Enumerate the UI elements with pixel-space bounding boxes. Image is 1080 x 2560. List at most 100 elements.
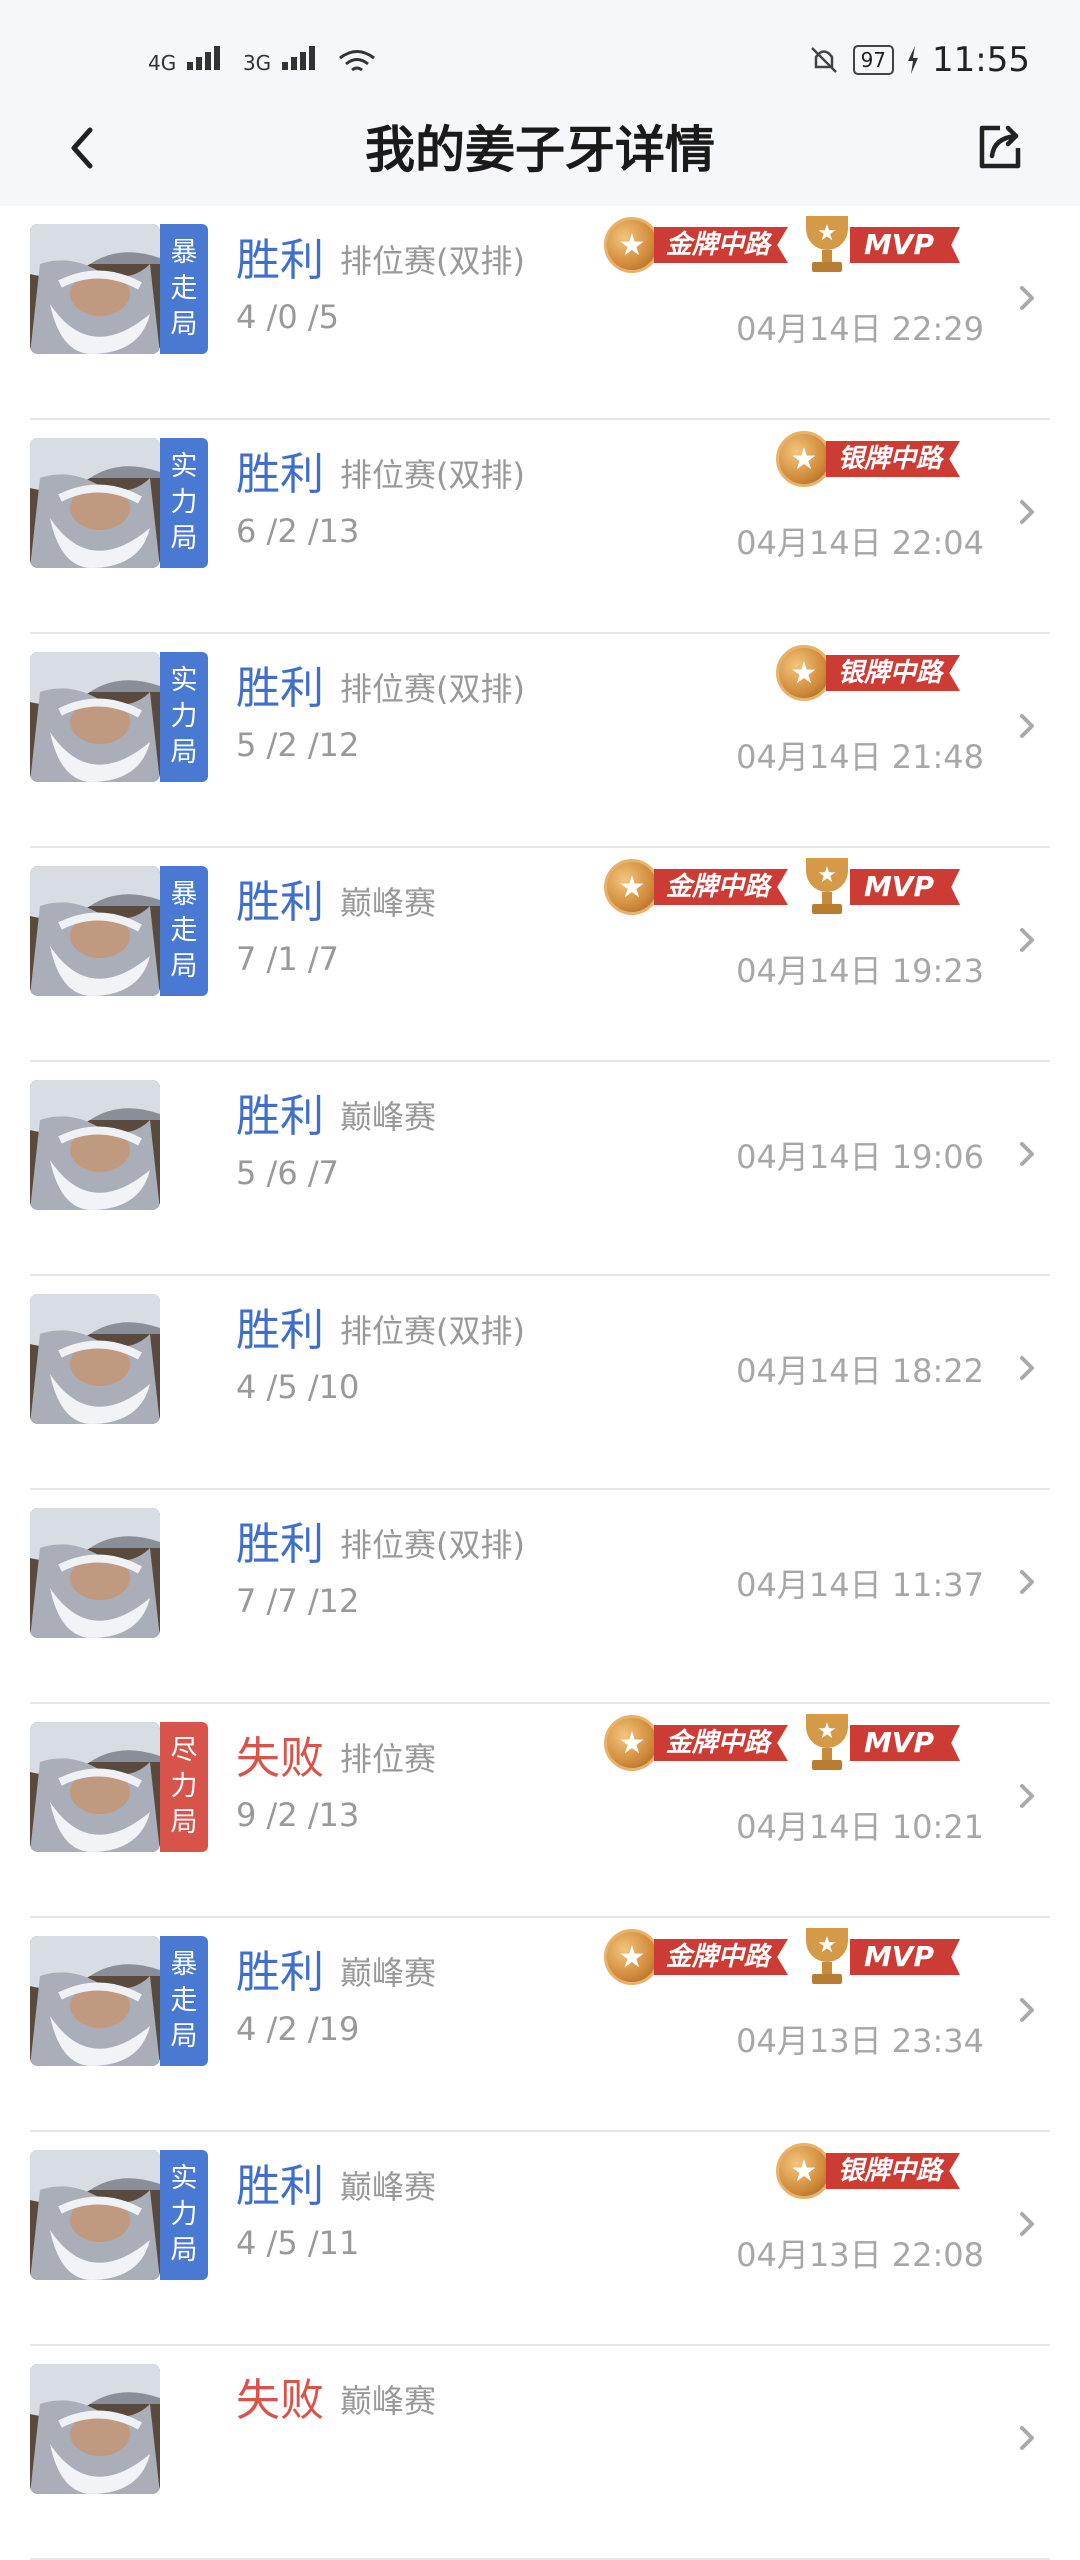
wifi-icon [338,50,375,72]
mvp-badge: ★ MVP [800,1928,960,1986]
match-result: 胜利 [236,235,324,286]
match-mode: 巅峰赛 [340,1098,437,1136]
match-date: 04月14日 19:06 [736,1138,984,1176]
match-row[interactable]: 暴走局 胜利 巅峰赛 4 /2 /19 04月13日 23:34 ★ 金牌中路 ★ MV… [30,1918,1050,2132]
medal-icon: ★ [775,645,832,701]
match-tag: 暴走局 [160,1936,208,2066]
charging-icon [908,46,919,74]
chevron-right-icon[interactable] [1016,920,1040,960]
mvp-label: MVP [849,1939,960,1975]
match-result: 胜利 [236,449,324,500]
chevron-right-icon[interactable] [1016,2418,1040,2458]
medal-label: 金牌中路 [653,1725,788,1761]
match-row[interactable]: 尽力局 失败 排位赛 9 /2 /13 04月14日 10:21 ★ 金牌中路 ★ MV… [30,1704,1050,1918]
badge-group: ★ 金牌中路 ★ MVP [603,858,960,916]
match-result: 失败 [236,1733,324,1784]
match-kda: 4 /5 /10 [236,1368,360,1406]
medal-label: 银牌中路 [825,2153,960,2189]
medal-badge: ★ 金牌中路 [603,216,788,274]
match-row[interactable]: 失败 巅峰赛 [30,2346,1050,2560]
match-row[interactable]: 实力局 胜利 巅峰赛 4 /5 /11 04月13日 22:08 ★ 银牌中路 [30,2132,1050,2346]
signal-icon [281,46,318,75]
badge-group: ★ 金牌中路 ★ MVP [603,1714,960,1772]
match-mode: 巅峰赛 [340,1954,437,1992]
chevron-right-icon[interactable] [1016,1562,1040,1602]
match-date: 04月14日 18:22 [736,1352,984,1390]
hero-avatar [30,224,160,354]
match-row[interactable]: 胜利 排位赛(双排) 7 /7 /12 04月14日 11:37 [30,1490,1050,1704]
match-tag: 尽力局 [160,1722,208,1852]
match-tag: 实力局 [160,438,208,568]
match-mode: 巅峰赛 [340,2382,437,2420]
medal-icon: ★ [603,217,660,273]
match-mode: 巅峰赛 [340,884,437,922]
medal-icon: ★ [775,431,832,487]
chevron-right-icon[interactable] [1016,492,1040,532]
network-indicators: 4G 3G [148,46,376,75]
medal-label: 金牌中路 [653,869,788,905]
hero-avatar [30,1722,160,1852]
match-row[interactable]: 实力局 胜利 排位赛(双排) 5 /2 /12 04月14日 21:48 ★ 银牌中路 [30,634,1050,848]
medal-badge: ★ 金牌中路 [603,1928,788,1986]
match-kda: 4 /2 /19 [236,2010,360,2048]
hero-avatar [30,2150,160,2280]
match-mode: 排位赛(双排) [340,456,525,494]
match-kda: 5 /2 /12 [236,726,360,764]
match-date: 04月14日 21:48 [736,738,984,776]
chevron-right-icon[interactable] [1016,278,1040,318]
medal-label: 金牌中路 [653,1939,788,1975]
match-result: 胜利 [236,1305,324,1356]
status-right: 97 11:55 [807,40,1030,80]
match-kda: 7 /1 /7 [236,940,339,978]
trophy-icon: ★ [800,1714,854,1772]
match-kda: 4 /0 /5 [236,298,339,336]
medal-label: 金牌中路 [653,227,788,263]
match-row[interactable]: 暴走局 胜利 巅峰赛 7 /1 /7 04月14日 19:23 ★ 金牌中路 ★ MVP [30,848,1050,1062]
match-date: 04月13日 22:08 [736,2236,984,2274]
net-type-1: 4G [148,51,177,75]
mvp-badge: ★ MVP [800,1714,960,1772]
badge-group: ★ 银牌中路 [775,430,960,488]
net-type-2: 3G [242,51,272,75]
match-tag: 暴走局 [160,224,208,354]
match-result: 胜利 [236,877,324,928]
medal-icon: ★ [603,1929,660,1985]
app-header: 我的姜子牙详情 [0,100,1080,206]
chevron-right-icon[interactable] [1016,1348,1040,1388]
medal-badge: ★ 银牌中路 [775,430,960,488]
medal-icon: ★ [775,2143,832,2199]
hero-avatar [30,1294,160,1424]
mvp-label: MVP [849,869,960,905]
match-result: 胜利 [236,1947,324,1998]
match-mode: 巅峰赛 [340,2168,437,2206]
medal-icon: ★ [603,1715,660,1771]
match-date: 04月13日 23:34 [736,2022,984,2060]
chevron-right-icon[interactable] [1016,706,1040,746]
trophy-icon: ★ [800,216,854,274]
match-date: 04月14日 10:21 [736,1808,984,1846]
match-date: 04月14日 22:04 [736,524,984,562]
mvp-badge: ★ MVP [800,858,960,916]
medal-label: 银牌中路 [825,655,960,691]
chevron-right-icon[interactable] [1016,1776,1040,1816]
clock: 11:55 [932,40,1030,80]
match-row[interactable]: 实力局 胜利 排位赛(双排) 6 /2 /13 04月14日 22:04 ★ 银牌中路 [30,420,1050,634]
match-mode: 排位赛(双排) [340,1526,525,1564]
medal-badge: ★ 金牌中路 [603,1714,788,1772]
match-row[interactable]: 胜利 巅峰赛 5 /6 /7 04月14日 19:06 [30,1062,1050,1276]
chevron-right-icon[interactable] [1016,1134,1040,1174]
share-icon[interactable] [970,118,1030,178]
match-row[interactable]: 暴走局 胜利 排位赛(双排) 4 /0 /5 04月14日 22:29 ★ 金牌中路 ★… [30,206,1050,420]
match-date: 04月14日 11:37 [736,1566,984,1604]
chevron-right-icon[interactable] [1016,2204,1040,2244]
match-tag: 实力局 [160,2150,208,2280]
match-list: 暴走局 胜利 排位赛(双排) 4 /0 /5 04月14日 22:29 ★ 金牌中路 ★… [0,206,1080,2560]
battery-level: 97 [852,45,895,75]
medal-badge: ★ 银牌中路 [775,644,960,702]
match-row[interactable]: 胜利 排位赛(双排) 4 /5 /10 04月14日 18:22 [30,1276,1050,1490]
badge-group: ★ 金牌中路 ★ MVP [603,216,960,274]
page-title: 我的姜子牙详情 [365,121,715,179]
badge-group: ★ 银牌中路 [775,2142,960,2200]
chevron-right-icon[interactable] [1016,1990,1040,2030]
signal-icon [186,46,223,75]
